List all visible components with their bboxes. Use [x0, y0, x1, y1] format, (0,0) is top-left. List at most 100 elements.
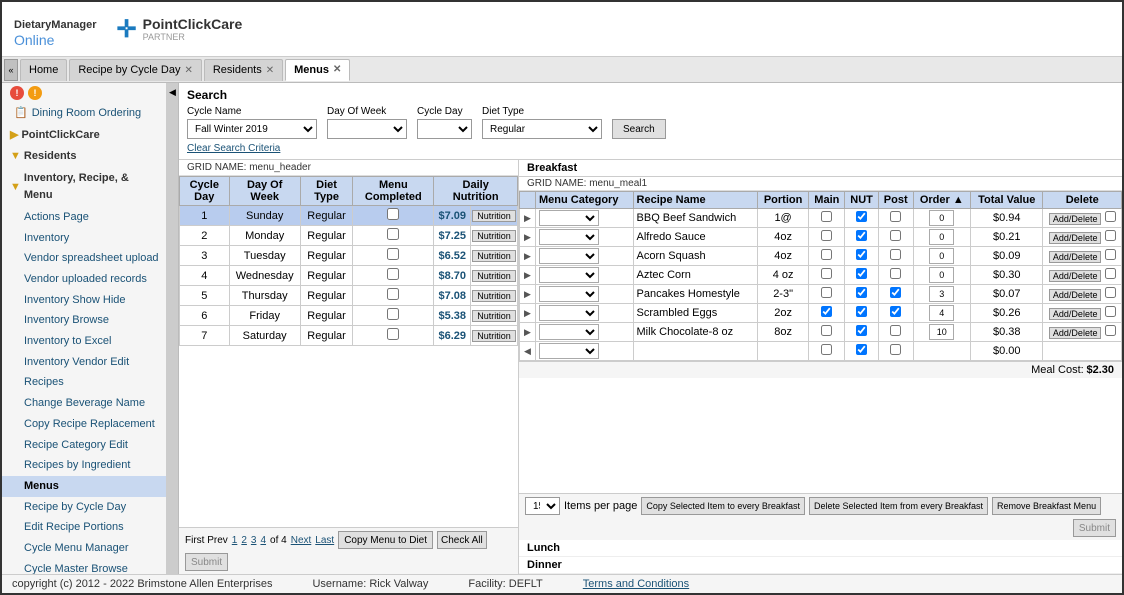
delete-checkbox[interactable] — [1105, 230, 1116, 241]
post-checkbox[interactable] — [890, 211, 901, 222]
tab-menus[interactable]: Menus ✕ — [285, 59, 350, 81]
order-input[interactable] — [929, 229, 954, 245]
main-checkbox[interactable] — [821, 268, 832, 279]
nutrition-btn[interactable]: Nutrition — [472, 210, 516, 222]
search-button[interactable]: Search — [612, 119, 666, 139]
table-row[interactable]: 6 Friday Regular $5.38 Nutrition — [180, 306, 518, 326]
add-delete-button[interactable]: Add/Delete — [1049, 213, 1102, 225]
sidebar-item-recipe-cat[interactable]: Recipe Category Edit — [2, 435, 166, 456]
sidebar-item-cycle-master[interactable]: Cycle Master Browse — [2, 559, 166, 574]
main-checkbox[interactable] — [821, 287, 832, 298]
copy-to-breakfast-button[interactable]: Copy Selected Item to every Breakfast — [641, 497, 805, 515]
menu-completed-checkbox[interactable] — [387, 288, 399, 300]
menu-completed-checkbox[interactable] — [387, 228, 399, 240]
main-checkbox[interactable] — [821, 211, 832, 222]
sidebar-item-inv-vendor-edit[interactable]: Inventory Vendor Edit — [2, 352, 166, 373]
add-delete-button[interactable]: Add/Delete — [1049, 232, 1102, 244]
nut-checkbox[interactable] — [856, 249, 867, 260]
menu-completed-checkbox[interactable] — [387, 308, 399, 320]
nutrition-btn[interactable]: Nutrition — [472, 330, 516, 342]
tab-close-icon[interactable]: ✕ — [266, 65, 274, 76]
delete-checkbox[interactable] — [1105, 287, 1116, 298]
table-row[interactable]: 7 Saturday Regular $6.29 Nutrition — [180, 326, 518, 346]
table-row[interactable]: ▶ Milk Chocolate-8 oz 8oz $0.38 — [520, 323, 1122, 342]
menu-completed-checkbox[interactable] — [387, 208, 399, 220]
order-input[interactable] — [929, 267, 954, 283]
nut-checkbox[interactable] — [856, 230, 867, 241]
nut-checkbox[interactable] — [856, 306, 867, 317]
sidebar-item-recipe-cycle-day[interactable]: Recipe by Cycle Day — [2, 497, 166, 518]
post-checkbox[interactable] — [890, 287, 901, 298]
main-checkbox[interactable] — [821, 344, 832, 355]
sidebar-section-inventory[interactable]: ▼Inventory, Recipe, & Menu — [2, 168, 166, 207]
sidebar-item-pointclickcare[interactable]: ▶PointClickCare — [2, 125, 166, 147]
diet-type-select[interactable]: Regular — [482, 119, 602, 139]
table-row[interactable]: 4 Wednesday Regular $8.70 Nutrition — [180, 266, 518, 286]
post-checkbox[interactable] — [890, 249, 901, 260]
sidebar-item-inventory[interactable]: Inventory — [2, 228, 166, 249]
page-last-link[interactable]: Last — [315, 535, 334, 546]
order-input[interactable] — [929, 324, 954, 340]
delete-checkbox[interactable] — [1105, 249, 1116, 260]
cycle-day-select[interactable] — [417, 119, 472, 139]
terms-link[interactable]: Terms and Conditions — [583, 578, 689, 590]
sidebar-collapse-btn[interactable]: ◀ — [167, 83, 179, 574]
category-select[interactable] — [539, 248, 599, 264]
nut-checkbox[interactable] — [856, 344, 867, 355]
nutrition-btn[interactable]: Nutrition — [472, 310, 516, 322]
sidebar-item-dining[interactable]: 📋Dining Room Ordering — [2, 103, 166, 125]
menu-completed-checkbox[interactable] — [387, 248, 399, 260]
main-checkbox[interactable] — [821, 230, 832, 241]
nutrition-btn[interactable]: Nutrition — [472, 270, 516, 282]
table-row[interactable]: ◀ $0.00 — [520, 342, 1122, 361]
sidebar-item-recipes-by-ing[interactable]: Recipes by Ingredient — [2, 455, 166, 476]
add-delete-button[interactable]: Add/Delete — [1049, 251, 1102, 263]
table-row[interactable]: 2 Monday Regular $7.25 Nutrition — [180, 226, 518, 246]
cycle-name-select[interactable]: Fall Winter 2019 — [187, 119, 317, 139]
sidebar-item-vendor-upload[interactable]: Vendor spreadsheet upload — [2, 248, 166, 269]
category-select[interactable] — [539, 343, 599, 359]
add-delete-button[interactable]: Add/Delete — [1049, 289, 1102, 301]
delete-checkbox[interactable] — [1105, 325, 1116, 336]
table-row[interactable]: 5 Thursday Regular $7.08 Nutrition — [180, 286, 518, 306]
post-checkbox[interactable] — [890, 344, 901, 355]
category-select[interactable] — [539, 324, 599, 340]
nutrition-btn[interactable]: Nutrition — [472, 250, 516, 262]
nut-checkbox[interactable] — [856, 268, 867, 279]
page-4-link[interactable]: 4 — [260, 535, 266, 546]
tab-close-icon[interactable]: ✕ — [184, 65, 192, 76]
post-checkbox[interactable] — [890, 268, 901, 279]
sidebar-item-change-bev[interactable]: Change Beverage Name — [2, 393, 166, 414]
main-checkbox[interactable] — [821, 249, 832, 260]
nut-checkbox[interactable] — [856, 325, 867, 336]
clear-search-link[interactable]: Clear Search Criteria — [187, 143, 280, 154]
add-delete-button[interactable]: Add/Delete — [1049, 327, 1102, 339]
table-row[interactable]: ▶ Acorn Squash 4oz $0.09 — [520, 247, 1122, 266]
category-select[interactable] — [539, 267, 599, 283]
order-input[interactable] — [929, 210, 954, 226]
page-3-link[interactable]: 3 — [251, 535, 257, 546]
tab-residents[interactable]: Residents ✕ — [204, 59, 283, 81]
remove-breakfast-menu-button[interactable]: Remove Breakfast Menu — [992, 497, 1101, 515]
table-row[interactable]: ▶ BBQ Beef Sandwich 1@ $0.94 — [520, 209, 1122, 228]
main-checkbox[interactable] — [821, 306, 832, 317]
delete-checkbox[interactable] — [1105, 268, 1116, 279]
order-input[interactable] — [929, 305, 954, 321]
post-checkbox[interactable] — [890, 325, 901, 336]
post-checkbox[interactable] — [890, 230, 901, 241]
delete-from-breakfast-button[interactable]: Delete Selected Item from every Breakfas… — [809, 497, 988, 515]
copy-menu-to-diet-button[interactable]: Copy Menu to Diet — [338, 531, 433, 549]
sidebar-item-vendor-records[interactable]: Vendor uploaded records — [2, 269, 166, 290]
table-row[interactable]: ▶ Aztec Corn 4 oz $0.30 — [520, 266, 1122, 285]
menu-completed-checkbox[interactable] — [387, 328, 399, 340]
sidebar-item-cycle-menu-mgr[interactable]: Cycle Menu Manager — [2, 538, 166, 559]
table-row[interactable]: ▶ Alfredo Sauce 4oz $0.21 — [520, 228, 1122, 247]
menu-completed-checkbox[interactable] — [387, 268, 399, 280]
category-select[interactable] — [539, 305, 599, 321]
tab-close-icon[interactable]: ✕ — [333, 64, 341, 75]
nut-checkbox[interactable] — [856, 287, 867, 298]
nutrition-btn[interactable]: Nutrition — [472, 290, 516, 302]
check-all-button[interactable]: Check All — [437, 531, 487, 549]
tab-home[interactable]: Home — [20, 59, 67, 81]
nutrition-btn[interactable]: Nutrition — [472, 230, 516, 242]
